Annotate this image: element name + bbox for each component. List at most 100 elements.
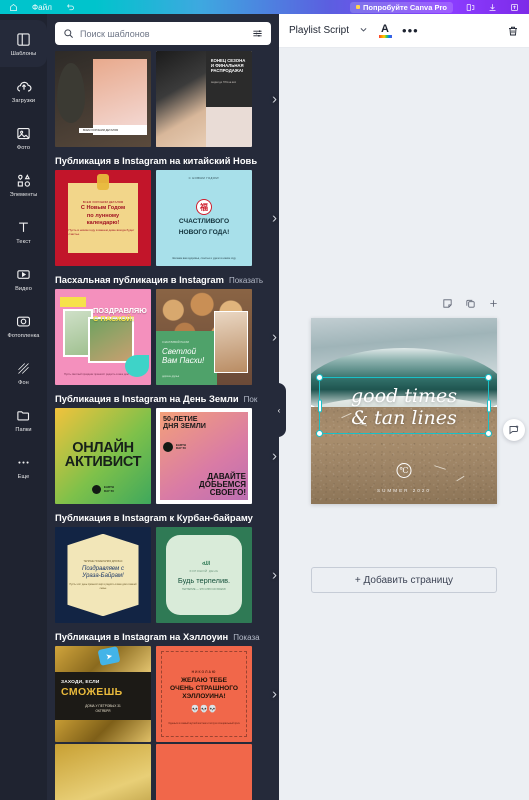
thumb-line-2: С ПАСХОЙ! [93, 313, 135, 323]
sidebar-item-camera-roll[interactable]: Фотопленка [0, 302, 47, 349]
carousel-next-button[interactable]: › [272, 449, 277, 464]
try-canva-pro-label: Попробуйте Canva Pro [362, 2, 447, 12]
template-row [55, 744, 279, 800]
sidebar-label-folders: Папки [15, 426, 32, 433]
design-footer-text[interactable]: SUMMER 2020 [311, 488, 497, 493]
template-thumbnail[interactable] [156, 744, 252, 800]
resize-icon[interactable] [466, 3, 475, 12]
thumb-footer: дорогие друзья [162, 375, 180, 378]
template-row: ВСЕМ ХОРОШИМ ДЕТАЛЯМ С Новым Годом по лу… [55, 170, 279, 266]
thumb-tag: ВСЕМ ХОРОШИМ ДЕТАЛЯМ [79, 128, 123, 133]
sidebar-item-more[interactable]: Еще [0, 443, 47, 490]
template-thumbnail[interactable]: ОНЛАЙН АКТИВИСТ EARTH DAY 50 [55, 408, 151, 504]
top-bar: Файл Попробуйте Canva Pro [0, 0, 529, 14]
elements-icon [16, 172, 32, 190]
carousel-next-button[interactable]: › [272, 92, 277, 107]
add-comment-icon[interactable] [503, 419, 525, 441]
resize-handle-bottom-right[interactable] [485, 430, 492, 437]
sidebar-item-background[interactable]: Фон [0, 349, 47, 396]
photo-decor [88, 317, 134, 363]
badge-dot-icon [163, 442, 173, 452]
try-canva-pro-button[interactable]: Попробуйте Canva Pro [349, 1, 453, 13]
resize-handle-middle-right[interactable] [486, 399, 491, 412]
design-logo-icon[interactable]: ℃ [396, 463, 412, 478]
sidebar-item-templates[interactable]: Шаблоны [0, 20, 47, 67]
search-input[interactable]: Поиск шаблонов [55, 22, 271, 45]
thumb-heading: ЖЕЛАЮ ТЕБЕ ОЧЕНЬ СТРАШНОГО ХЭЛЛОУИНА! [163, 677, 246, 700]
home-icon[interactable] [9, 3, 18, 12]
sidebar-item-text[interactable]: Текст [0, 208, 47, 255]
template-thumbnail[interactable]: С НОВЫМ ГОДОМ! 福 СЧАСТЛИВОГО НОВОГО ГОДА… [156, 170, 252, 266]
sidebar-item-uploads[interactable]: Загрузки [0, 67, 47, 114]
sidebar-item-elements[interactable]: Элементы [0, 161, 47, 208]
thumb-note: ХОРОШИЙ ДЕНЬ [189, 569, 219, 573]
thumb-script: Поздравляем с Ураза-Байрам! [82, 566, 124, 580]
section-show-all-link[interactable]: Пок [244, 395, 258, 404]
publish-icon[interactable] [510, 3, 519, 12]
resize-handle-top-right[interactable] [485, 374, 492, 381]
file-menu[interactable]: Файл [32, 3, 52, 12]
badge-line-2: DAY 50 [104, 488, 114, 493]
template-section-partial: ВСЕМ ХОРОШИМ ДЕТАЛЯМ КОНЕЦ СЕЗОНА И ФИНАЛ… [47, 51, 279, 149]
sidebar-item-folders[interactable]: Папки [0, 396, 47, 443]
template-thumbnail[interactable]: НИКОЛАЮ ЖЕЛАЮ ТЕБЕ ОЧЕНЬ СТРАШНОГО ХЭЛЛО… [156, 646, 252, 742]
template-section-earth-day: Публикация в Instagram на День Земли Пок… [47, 387, 279, 506]
section-show-all-link[interactable]: Показать [229, 276, 263, 285]
undo-icon[interactable] [66, 3, 75, 12]
template-thumbnail[interactable] [55, 744, 151, 800]
badge-line-2: DAY 50 [176, 446, 186, 450]
search-area: Поиск шаблонов [47, 14, 279, 51]
template-thumbnail[interactable]: СЧАСТЛИВОЙ ПАСХИ Светлой Вам Пасхи! доро… [156, 289, 252, 385]
section-show-all-link[interactable]: Показа [233, 633, 259, 642]
more-icon [16, 454, 31, 472]
template-thumbnail[interactable]: ЗАХОДИ, ЕСЛИ СМОЖЕШЬ ДОМА У ПЕТРОВЫХ 31 … [55, 646, 151, 742]
carousel-next-button[interactable]: › [272, 211, 277, 226]
panel-collapse-button[interactable]: ‹ [272, 383, 286, 437]
carousel-next-button[interactable]: › [272, 687, 277, 702]
photo-decor [214, 311, 248, 373]
resize-handle-middle-left[interactable] [317, 399, 322, 412]
template-thumbnail[interactable]: ТЕПЛЫЕ ПОЖЕЛАНИЯ ДЛЯ ВАС Поздравляем с У… [55, 527, 151, 623]
design-page-wrapper: good times & tan lines ℃ SUMMER 2020 [311, 318, 497, 504]
carousel-next-button[interactable]: › [272, 568, 277, 583]
duplicate-icon[interactable] [465, 298, 476, 309]
template-thumbnail[interactable]: ВСЕМ ХОРОШИМ ДЕТАЛЯМ С Новым Годом по лу… [55, 170, 151, 266]
filter-icon[interactable] [252, 28, 263, 39]
thumb-line-3: ХЭЛЛОУИНА! [182, 692, 226, 700]
resize-handle-top-left[interactable] [316, 374, 323, 381]
thumb-line-2: Вам Пасхи! [162, 356, 205, 366]
delete-icon[interactable] [507, 25, 519, 37]
sidebar-item-photos[interactable]: Фото [0, 114, 47, 161]
download-icon[interactable] [488, 3, 497, 12]
plus-icon[interactable] [488, 298, 499, 309]
font-family-selector[interactable]: Playlist Script [289, 25, 349, 36]
thumb-text-pane: КОНЕЦ СЕЗОНА И ФИНАЛЬНАЯ РАСПРОДАЖА! скидк… [205, 51, 252, 107]
text-color-icon[interactable]: A [378, 23, 392, 38]
design-page[interactable]: good times & tan lines ℃ SUMMER 2020 [311, 318, 497, 504]
thumb-note: ТЕПЛЫЕ ПОЖЕЛАНИЯ ДЛЯ ВАС [83, 559, 123, 563]
top-bar-left: Файл [0, 3, 75, 12]
earth-day-badge: EARTH DAY 50 [92, 485, 114, 494]
thumb-line-1: Поздравляем с [82, 565, 124, 572]
thumb-line: КОНЕЦ СЕЗОНА И ФИНАЛЬНАЯ РАСПРОДАЖА! [210, 58, 246, 74]
thumb-line-1: СЧАСТЛИВОГО [178, 218, 230, 226]
template-thumbnail[interactable]: 50-ЛЕТИЕ ДНЯ ЗЕМЛИ EARTH DAY 50 ДАВАЙТЕ [156, 408, 252, 504]
carousel-next-button[interactable]: › [272, 330, 277, 345]
template-thumbnail[interactable]: ВСЕМ ХОРОШИМ ДЕТАЛЯМ [55, 51, 151, 147]
template-thumbnail[interactable]: КОНЕЦ СЕЗОНА И ФИНАЛЬНАЯ РАСПРОДАЖА! скидк… [156, 51, 252, 147]
more-horizontal-icon[interactable]: ••• [402, 24, 419, 37]
thumb-line-3: календарю! [86, 220, 120, 227]
chevron-down-icon[interactable] [359, 25, 368, 36]
color-spectrum-bar [378, 34, 392, 38]
note-icon[interactable] [442, 298, 453, 309]
thumb-line-2: НОВОГО ГОДА! [178, 229, 230, 236]
template-thumbnail[interactable]: ﷲ ХОРОШИЙ ДЕНЬ Будь терпелив. ТЕРПЕНИЕ —… [156, 527, 252, 623]
selection-box[interactable] [316, 374, 492, 437]
resize-handle-bottom-left[interactable] [316, 430, 323, 437]
canvas-area[interactable]: good times & tan lines ℃ SUMMER 2020 + Д… [279, 48, 529, 800]
templates-scroll[interactable]: ВСЕМ ХОРОШИМ ДЕТАЛЯМ КОНЕЦ СЕЗОНА И ФИНАЛ… [47, 51, 279, 800]
template-thumbnail[interactable]: ПОЗДРАВЛЯЮ С ПАСХОЙ! Пусть светлый празд… [55, 289, 151, 385]
sidebar-item-video[interactable]: Видео [0, 255, 47, 302]
add-page-button[interactable]: + Добавить страницу [311, 567, 497, 593]
earth-day-badge: EARTH DAY 50 [163, 442, 186, 452]
